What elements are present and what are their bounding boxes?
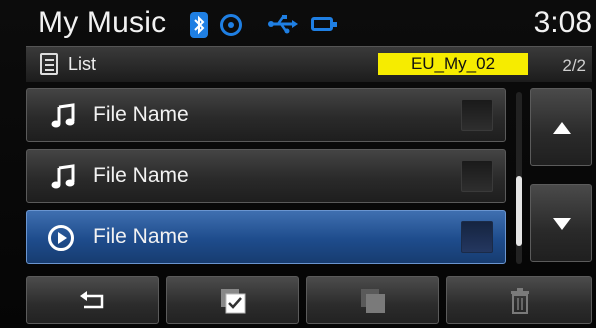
scroll-up-button[interactable]	[530, 88, 592, 166]
bluetooth-icon	[190, 12, 208, 38]
screen: My Music 3:08 List EU_My_02 2/2 File Nam…	[0, 0, 596, 328]
file-name: File Name	[93, 164, 189, 187]
back-button[interactable]	[26, 276, 159, 324]
select-all-button[interactable]	[166, 276, 299, 324]
clock: 3:08	[533, 6, 592, 39]
file-checkbox[interactable]	[461, 99, 493, 131]
record-icon	[220, 14, 242, 36]
delete-button[interactable]	[446, 276, 592, 324]
back-icon	[80, 291, 104, 309]
screen-id-tag: EU_My_02	[378, 53, 528, 75]
file-row-selected[interactable]: File Name	[26, 210, 506, 264]
arrow-up-icon	[553, 122, 571, 134]
file-row[interactable]: File Name	[26, 149, 506, 203]
app-title: My Music	[38, 6, 167, 39]
usb-icon	[268, 13, 298, 40]
scrollbar-thumb[interactable]	[516, 176, 522, 246]
music-note-icon	[51, 164, 77, 195]
select-all-icon	[221, 289, 246, 314]
scroll-down-button[interactable]	[530, 184, 592, 262]
battery-icon	[311, 17, 337, 31]
play-circle-icon	[47, 224, 75, 257]
list-header: List EU_My_02 2/2	[26, 46, 592, 82]
status-bar: My Music 3:08	[24, 2, 596, 44]
delete-icon	[511, 288, 529, 314]
file-name: File Name	[93, 103, 189, 126]
page-indicator: 2/2	[562, 56, 586, 75]
list-label: List	[68, 54, 97, 74]
file-row[interactable]: File Name	[26, 88, 506, 142]
file-name: File Name	[93, 225, 189, 248]
music-note-icon	[51, 103, 77, 134]
file-checkbox[interactable]	[461, 160, 493, 192]
list-icon	[40, 53, 58, 75]
copy-icon	[361, 289, 385, 313]
arrow-down-icon	[553, 218, 571, 230]
file-checkbox[interactable]	[461, 221, 493, 253]
copy-button[interactable]	[306, 276, 439, 324]
